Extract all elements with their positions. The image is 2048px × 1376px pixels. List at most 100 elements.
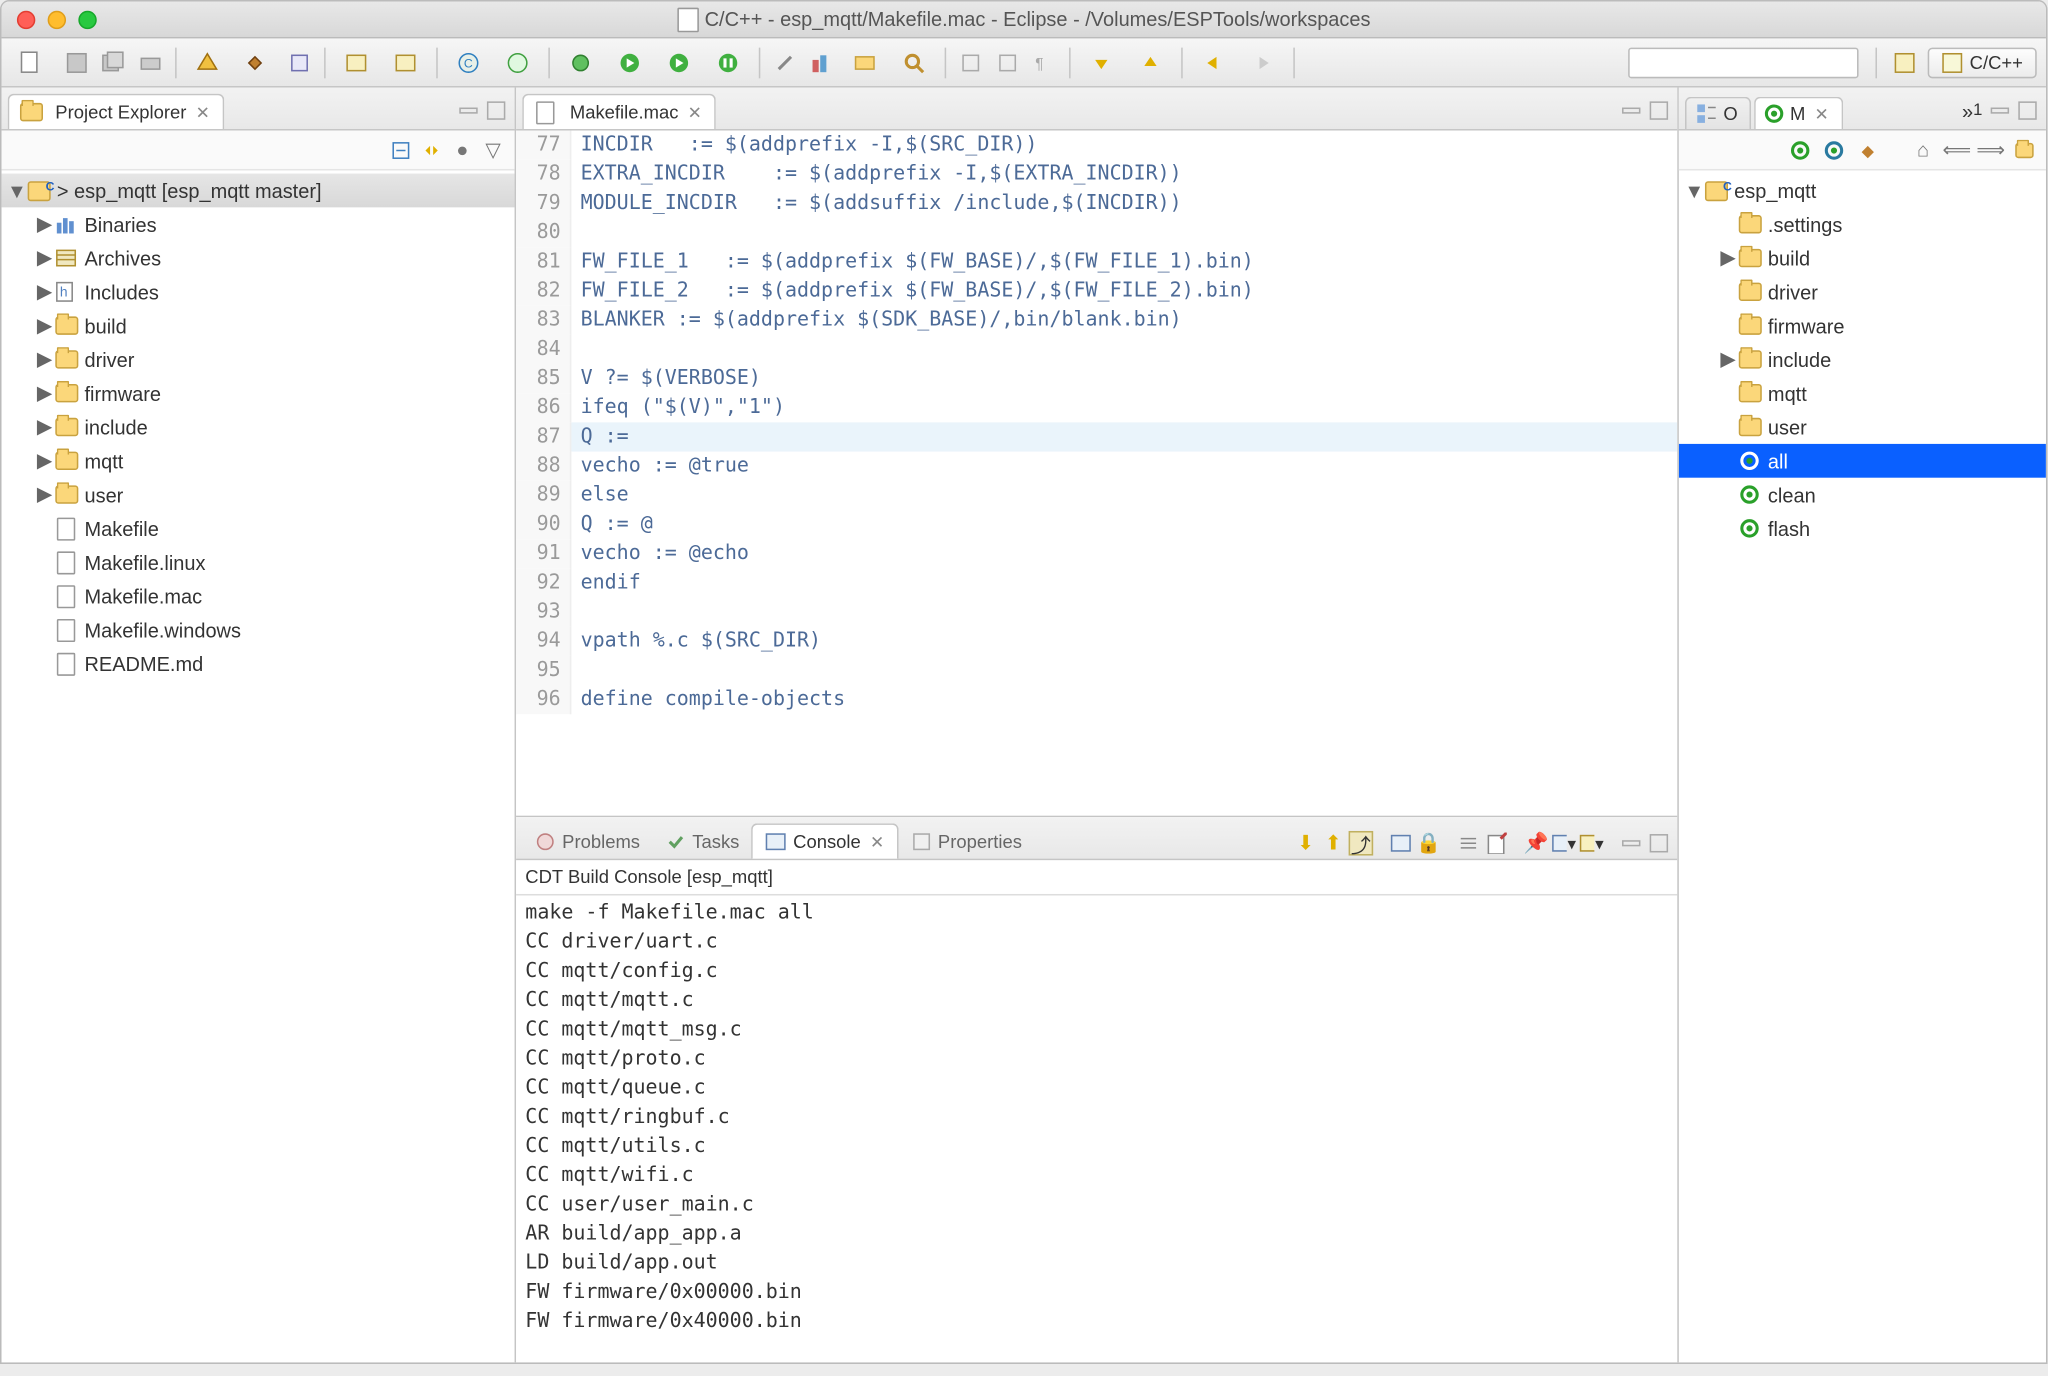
display-selected-icon[interactable]: ▾ xyxy=(1551,831,1576,856)
show-whitespace-button[interactable]: ¶ xyxy=(1028,45,1062,79)
debug-button[interactable] xyxy=(558,45,604,79)
code-line[interactable]: 96define compile-objects xyxy=(516,685,1677,714)
tree-item[interactable]: ▶user xyxy=(2,478,515,512)
close-window-button[interactable] xyxy=(17,10,35,28)
code-line[interactable]: 88vecho := @true xyxy=(516,452,1677,481)
code-line[interactable]: 91vecho := @echo xyxy=(516,539,1677,568)
code-editor[interactable]: 77INCDIR := $(addprefix -I,$(SRC_DIR))78… xyxy=(516,131,1677,816)
code-line[interactable]: 89else xyxy=(516,481,1677,510)
tree-folder-item[interactable]: ▶include xyxy=(1679,343,2046,377)
toggle-block-button[interactable] xyxy=(991,45,1025,79)
run-button[interactable] xyxy=(607,45,653,79)
make-targets-tree[interactable]: ▼ esp_mqtt .settings▶builddriverfirmware… xyxy=(1679,170,2046,1362)
maximize-view-icon[interactable] xyxy=(484,98,509,123)
run-last-button[interactable] xyxy=(656,45,702,79)
tree-item[interactable]: ▶build xyxy=(2,309,515,343)
show-console-select-icon[interactable] xyxy=(1389,831,1414,856)
pin-icon[interactable]: 📌 xyxy=(1524,831,1549,856)
build-button[interactable] xyxy=(184,45,230,79)
open-type-button[interactable] xyxy=(842,45,888,79)
console-tab[interactable]: Console ✕ xyxy=(752,823,898,858)
minimize-view-icon[interactable] xyxy=(456,98,481,123)
link-editor-icon[interactable] xyxy=(419,137,444,162)
maximize-editor-icon[interactable] xyxy=(1647,98,1672,123)
quick-access-input[interactable] xyxy=(1629,47,1859,78)
scroll-up-icon[interactable]: ⬆ xyxy=(1321,831,1346,856)
console-output[interactable]: make -f Makefile.mac all CC driver/uart.… xyxy=(516,895,1677,1362)
maximize-bottom-icon[interactable] xyxy=(1647,831,1672,856)
tree-folder-item[interactable]: .settings xyxy=(1679,207,2046,241)
clear-console-icon[interactable] xyxy=(1456,831,1481,856)
tree-folder-item[interactable]: firmware xyxy=(1679,309,2046,343)
close-icon[interactable]: ✕ xyxy=(688,102,702,122)
tree-item[interactable]: ▶driver xyxy=(2,343,515,377)
close-icon[interactable]: ✕ xyxy=(1815,104,1829,124)
tree-project-root[interactable]: ▼ > esp_mqtt [esp_mqtt master] xyxy=(2,174,515,208)
build-all-button[interactable] xyxy=(233,45,279,79)
tree-item[interactable]: ▶Binaries xyxy=(2,207,515,241)
forward-nav-icon[interactable]: ⟹ xyxy=(1978,137,2003,162)
tree-item[interactable]: ▶hIncludes xyxy=(2,275,515,309)
print-button[interactable] xyxy=(134,45,168,79)
tree-folder-item[interactable]: mqtt xyxy=(1679,376,2046,410)
new-project-button[interactable] xyxy=(382,45,428,79)
home-icon[interactable]: ⌂ xyxy=(1911,137,1936,162)
scroll-down-icon[interactable]: ⬇ xyxy=(1293,831,1318,856)
search-button[interactable] xyxy=(891,45,937,79)
view-menu-icon[interactable]: ▽ xyxy=(481,137,506,162)
minimize-bottom-icon[interactable] xyxy=(1619,831,1644,856)
code-line[interactable]: 94vpath %.c $(SRC_DIR) xyxy=(516,627,1677,656)
tree-item[interactable]: README.md xyxy=(2,647,515,681)
save-all-button[interactable] xyxy=(97,45,131,79)
gcov-button[interactable] xyxy=(805,45,839,79)
code-line[interactable]: 90Q := @ xyxy=(516,510,1677,539)
new-cpp-button[interactable] xyxy=(495,45,541,79)
prev-annotation-button[interactable] xyxy=(1127,45,1173,79)
project-explorer-tab[interactable]: Project Explorer ✕ xyxy=(8,94,224,129)
code-line[interactable]: 78EXTRA_INCDIR := $(addprefix -I,$(EXTRA… xyxy=(516,160,1677,189)
tree-folder-item[interactable]: user xyxy=(1679,410,2046,444)
code-line[interactable]: 87Q := xyxy=(516,422,1677,451)
overflow-tabs-icon[interactable]: »1 xyxy=(1960,98,1985,123)
minimize-right-icon[interactable] xyxy=(1988,98,2013,123)
remove-console-icon[interactable] xyxy=(1484,831,1509,856)
open-perspective-button[interactable] xyxy=(1888,45,1922,79)
collapse-all-icon[interactable] xyxy=(389,137,414,162)
tree-item[interactable]: ▶firmware xyxy=(2,376,515,410)
tree-item[interactable]: ▶mqtt xyxy=(2,444,515,478)
build-target-icon[interactable] xyxy=(1855,137,1880,162)
new-c-button[interactable]: C xyxy=(445,45,491,79)
close-icon[interactable]: ✕ xyxy=(196,102,210,122)
code-line[interactable]: 80 xyxy=(516,218,1677,247)
make-target-item[interactable]: all xyxy=(1679,444,2046,478)
project-explorer-tree[interactable]: ▼ > esp_mqtt [esp_mqtt master] ▶Binaries… xyxy=(2,170,515,1362)
profile-button[interactable] xyxy=(705,45,751,79)
tree-item[interactable]: Makefile.linux xyxy=(2,545,515,579)
code-line[interactable]: 81FW_FILE_1 := $(addprefix $(FW_BASE)/,$… xyxy=(516,247,1677,276)
save-button[interactable] xyxy=(60,45,94,79)
outline-tab[interactable]: O xyxy=(1685,97,1752,129)
editor-tab-makefile[interactable]: Makefile.mac ✕ xyxy=(522,94,715,129)
code-line[interactable]: 79MODULE_INCDIR := $(addsuffix /include,… xyxy=(516,189,1677,218)
open-console-icon[interactable]: ▾ xyxy=(1579,831,1604,856)
code-line[interactable]: 92endif xyxy=(516,568,1677,597)
code-line[interactable]: 95 xyxy=(516,656,1677,685)
scroll-lock-icon[interactable]: ⤴ xyxy=(1349,831,1374,856)
back-button[interactable] xyxy=(1190,45,1236,79)
tree-item[interactable]: ▶Archives xyxy=(2,241,515,275)
code-line[interactable]: 83BLANKER := $(addprefix $(SDK_BASE)/,bi… xyxy=(516,306,1677,335)
tree-folder-item[interactable]: ▶build xyxy=(1679,241,2046,275)
tasks-tab[interactable]: Tasks xyxy=(652,825,751,859)
tree-item[interactable]: Makefile xyxy=(2,511,515,545)
make-target-item[interactable]: clean xyxy=(1679,478,2046,512)
tree-item[interactable]: Makefile.windows xyxy=(2,613,515,647)
properties-tab[interactable]: Properties xyxy=(898,825,1034,859)
next-annotation-button[interactable] xyxy=(1078,45,1124,79)
tree-folder-item[interactable]: driver xyxy=(1679,275,2046,309)
hide-empty-icon[interactable] xyxy=(2012,137,2037,162)
new-button[interactable] xyxy=(11,45,57,79)
minimize-editor-icon[interactable] xyxy=(1619,98,1644,123)
problems-tab[interactable]: Problems xyxy=(522,825,652,859)
pin-console-icon[interactable]: 🔒 xyxy=(1416,831,1441,856)
tree-item[interactable]: Makefile.mac xyxy=(2,579,515,613)
